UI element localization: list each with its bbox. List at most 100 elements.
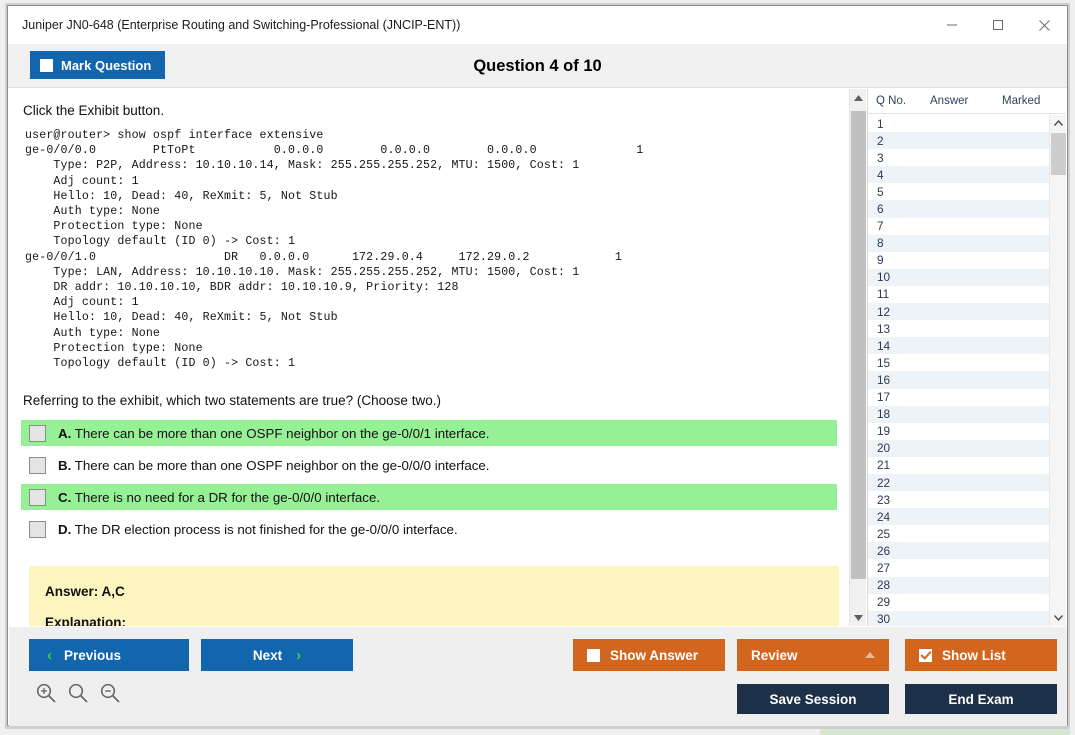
show-answer-button[interactable]: Show Answer <box>573 639 725 671</box>
scroll-down-button[interactable] <box>850 609 867 626</box>
answer-option-b[interactable]: B. There can be more than one OSPF neigh… <box>21 452 837 478</box>
question-list-row[interactable]: 6 <box>868 200 1050 218</box>
zoom-controls <box>35 682 121 704</box>
answer-option-d[interactable]: D. The DR election process is not finish… <box>21 516 837 542</box>
show-list-checkbox[interactable] <box>919 648 932 662</box>
question-list-row-number: 11 <box>877 287 890 302</box>
chevron-down-icon <box>1054 615 1063 621</box>
question-list-row-number: 21 <box>877 458 891 473</box>
question-list-row-number: 26 <box>877 543 891 558</box>
question-list-row-number: 7 <box>877 219 884 234</box>
question-list-row-number: 10 <box>877 270 891 285</box>
question-list-row-number: 19 <box>877 424 891 439</box>
content-scrollbar-thumb[interactable] <box>851 111 866 579</box>
next-button-label: Next <box>252 647 283 663</box>
answer-option-d-text: The DR election process is not finished … <box>74 521 458 537</box>
question-list-row[interactable]: 13 <box>868 320 1050 338</box>
question-list-row[interactable]: 10 <box>868 268 1050 286</box>
question-list-row[interactable]: 25 <box>868 525 1050 543</box>
question-list-row[interactable]: 18 <box>868 405 1050 423</box>
question-list-row-number: 9 <box>877 253 884 268</box>
answer-option-a-checkbox[interactable] <box>29 424 46 442</box>
question-list-panel: Q No. Answer Marked 1 2 3 4 5 6 7 8 9 10 11 12 13 14 1… <box>867 89 1066 626</box>
zoom-out-icon[interactable] <box>99 682 121 704</box>
zoom-reset-icon[interactable] <box>67 682 89 704</box>
question-list-scrollbar[interactable] <box>1049 115 1066 626</box>
list-scroll-down-button[interactable] <box>1050 610 1067 626</box>
question-list-row[interactable]: 5 <box>868 183 1050 201</box>
question-list-row-number: 2 <box>877 133 884 148</box>
save-session-button[interactable]: Save Session <box>737 684 889 714</box>
question-list-row[interactable]: 30 <box>868 610 1050 626</box>
chevron-up-icon <box>854 94 863 101</box>
show-list-button[interactable]: Show List <box>905 639 1057 671</box>
answer-option-d-checkbox[interactable] <box>29 520 46 538</box>
mark-question-checkbox[interactable] <box>40 58 53 72</box>
question-list-body[interactable]: 1 2 3 4 5 6 7 8 9 10 11 12 13 14 15 16 17 18 19 20 21 22 23 24 2… <box>868 115 1050 626</box>
next-button[interactable]: Next › <box>201 639 353 671</box>
question-list-row[interactable]: 4 <box>868 166 1050 184</box>
show-answer-checkbox[interactable] <box>587 648 600 662</box>
question-stem: Referring to the exhibit, which two stat… <box>23 393 441 409</box>
question-list-row[interactable]: 17 <box>868 388 1050 406</box>
answer-option-d-label: D. The DR election process is not finish… <box>58 522 458 537</box>
question-list-row[interactable]: 21 <box>868 456 1050 474</box>
question-list-row[interactable]: 23 <box>868 491 1050 509</box>
bottom-toolbar: ‹ Previous Next › Show Answer Review Sho… <box>9 627 1067 726</box>
question-list-row-number: 16 <box>877 372 891 387</box>
answer-option-b-checkbox[interactable] <box>29 456 46 474</box>
question-list-row[interactable]: 9 <box>868 251 1050 269</box>
question-list-row[interactable]: 11 <box>868 285 1050 304</box>
zoom-in-icon[interactable] <box>35 682 57 704</box>
header-bar: Question 4 of 10 Mark Question <box>8 44 1067 88</box>
question-list-row[interactable]: 27 <box>868 559 1050 577</box>
explanation-heading: Explanation: <box>45 615 127 626</box>
question-list-row-number: 3 <box>877 150 884 165</box>
question-list-row[interactable]: 16 <box>868 371 1050 389</box>
question-list-row-number: 6 <box>877 202 884 217</box>
exhibit-lead-text: Click the Exhibit button. <box>23 103 165 118</box>
question-list-row[interactable]: 29 <box>868 593 1050 611</box>
question-list-header: Q No. Answer Marked <box>868 89 1066 114</box>
answer-option-c[interactable]: C. There is no need for a DR for the ge-… <box>21 484 837 511</box>
answer-option-c-checkbox[interactable] <box>29 488 46 506</box>
answer-option-a-label: A. There can be more than one OSPF neigh… <box>58 426 489 441</box>
exhibit-output: user@router> show ospf interface extensi… <box>25 129 644 371</box>
question-list-row[interactable]: 2 <box>868 132 1050 150</box>
minimize-button[interactable] <box>929 6 975 44</box>
answer-key: Answer: A,C <box>45 584 125 600</box>
question-list-row[interactable]: 14 <box>868 337 1050 355</box>
question-list-scrollbar-thumb[interactable] <box>1051 133 1066 175</box>
maximize-button[interactable] <box>975 6 1021 44</box>
previous-button[interactable]: ‹ Previous <box>29 639 189 671</box>
question-list-row-number: 13 <box>877 321 891 336</box>
review-dropdown-button[interactable]: Review <box>737 639 889 671</box>
mark-question-button[interactable]: Mark Question <box>30 51 166 79</box>
question-list-row[interactable]: 1 <box>868 115 1050 133</box>
mark-question-label: Mark Question <box>61 57 152 73</box>
maximize-icon <box>993 20 1003 30</box>
question-list-row[interactable]: 12 <box>868 303 1050 321</box>
question-list-row[interactable]: 8 <box>868 234 1050 252</box>
question-list-row[interactable]: 22 <box>868 473 1050 492</box>
list-scroll-up-button[interactable] <box>1050 115 1067 131</box>
content-scrollbar[interactable] <box>849 89 866 626</box>
question-list-row[interactable]: 24 <box>868 508 1050 526</box>
window-controls <box>929 6 1067 44</box>
answer-option-a[interactable]: A. There can be more than one OSPF neigh… <box>21 420 837 447</box>
end-exam-button[interactable]: End Exam <box>905 684 1057 714</box>
question-list-row[interactable]: 19 <box>868 422 1050 440</box>
question-list-row[interactable]: 28 <box>868 576 1050 594</box>
question-list-row[interactable]: 26 <box>868 542 1050 560</box>
question-list-row-number: 27 <box>877 560 891 575</box>
answer-option-a-text: There can be more than one OSPF neighbor… <box>74 425 490 441</box>
question-list-row[interactable]: 7 <box>868 217 1050 235</box>
scroll-up-button[interactable] <box>850 89 867 106</box>
close-button[interactable] <box>1021 6 1067 44</box>
question-list-row[interactable]: 20 <box>868 439 1050 457</box>
question-list-row[interactable]: 15 <box>868 354 1050 372</box>
question-list-row-number: 30 <box>877 612 891 626</box>
previous-button-label: Previous <box>64 647 122 663</box>
question-list-row[interactable]: 3 <box>868 149 1050 167</box>
question-list-row-number: 18 <box>877 407 891 422</box>
